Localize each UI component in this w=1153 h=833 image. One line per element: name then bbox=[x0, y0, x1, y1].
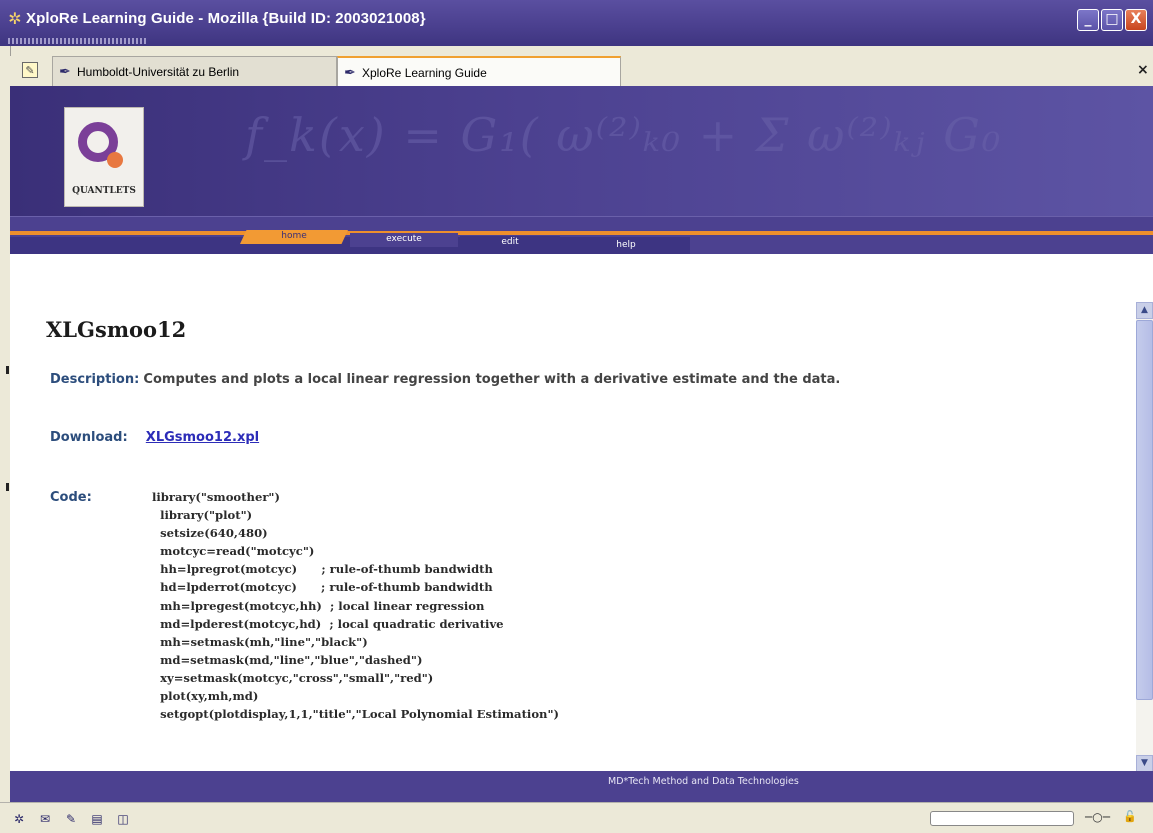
tab-humboldt[interactable]: ✒ Humboldt-Universität zu Berlin bbox=[52, 56, 337, 86]
splitter-grip-icon bbox=[6, 483, 9, 491]
mail-icon[interactable]: ✉ bbox=[36, 811, 54, 827]
composer-icon[interactable]: ✎ bbox=[62, 811, 80, 827]
new-tab-icon[interactable]: ✎ bbox=[22, 62, 38, 78]
code-block: library("smoother") library("plot") sets… bbox=[152, 490, 560, 722]
scroll-up-icon[interactable]: ▲ bbox=[1136, 302, 1153, 319]
download-label: Download: bbox=[50, 430, 128, 445]
lock-icon[interactable]: 🔓 bbox=[1123, 810, 1137, 823]
logo-text: QUANTLETS bbox=[72, 186, 136, 196]
code-label: Code: bbox=[50, 490, 92, 505]
download-row: Download: XLGsmoo12.xpl bbox=[50, 430, 259, 445]
maximize-button[interactable]: □ bbox=[1101, 9, 1123, 31]
tab-xplore-learning-guide[interactable]: ✒ XploRe Learning Guide bbox=[337, 56, 621, 86]
banner-formula: f_k(x) = G₁( ω⁽²⁾ₖ₀ + Σ ω⁽²⁾ₖⱼ G₀ bbox=[245, 108, 1003, 162]
description-row: Description: Computes and plots a local … bbox=[50, 372, 840, 387]
nav-edit[interactable]: edit bbox=[460, 236, 560, 250]
nav-bar: home execute edit help bbox=[10, 216, 1153, 254]
logo-dot-icon bbox=[107, 152, 123, 168]
tab-bar: ✎ ✒ Humboldt-Universität zu Berlin ✒ Xpl… bbox=[10, 56, 1153, 87]
quill-icon: ✒ bbox=[344, 64, 356, 80]
quill-icon: ✒ bbox=[59, 63, 71, 79]
nav-help[interactable]: help bbox=[570, 239, 682, 253]
header-banner: f_k(x) = G₁( ω⁽²⁾ₖ₀ + Σ ω⁽²⁾ₖⱼ G₀ QUANTL… bbox=[10, 86, 1153, 216]
quantlets-logo[interactable]: QUANTLETS bbox=[64, 107, 144, 207]
vertical-scrollbar[interactable]: ▲ ▼ bbox=[1136, 302, 1153, 772]
page-footer: MD*Tech Method and Data Technologies bbox=[10, 771, 1153, 802]
progress-meter bbox=[930, 811, 1074, 826]
tab-label: XploRe Learning Guide bbox=[362, 66, 487, 80]
close-tab-icon[interactable]: × bbox=[1137, 62, 1149, 78]
window-title: XploRe Learning Guide - Mozilla {Build I… bbox=[26, 10, 426, 27]
nav-home[interactable]: home bbox=[240, 230, 348, 244]
scroll-down-icon[interactable]: ▼ bbox=[1136, 755, 1153, 772]
page-content: f_k(x) = G₁( ω⁽²⁾ₖ₀ + Σ ω⁽²⁾ₖⱼ G₀ QUANTL… bbox=[10, 86, 1153, 802]
description-label: Description: bbox=[50, 372, 140, 387]
download-link[interactable]: XLGsmoo12.xpl bbox=[146, 430, 259, 445]
window-titlebar[interactable]: ✲ XploRe Learning Guide - Mozilla {Build… bbox=[0, 0, 1153, 46]
irc-icon[interactable]: ◫ bbox=[114, 811, 132, 827]
mozilla-app-icon: ✲ bbox=[8, 9, 22, 28]
splitter-grip-icon bbox=[6, 366, 9, 374]
addressbook-icon[interactable]: ▤ bbox=[88, 811, 106, 827]
description-text: Computes and plots a local linear regres… bbox=[143, 372, 841, 387]
tab-label: Humboldt-Universität zu Berlin bbox=[77, 65, 240, 79]
toolbar-grippy[interactable] bbox=[8, 38, 148, 44]
page-title: XLGsmoo12 bbox=[46, 317, 187, 342]
minimize-button[interactable]: _ bbox=[1077, 9, 1099, 31]
nav-execute[interactable]: execute bbox=[350, 233, 458, 247]
footer-text: MD*Tech Method and Data Technologies bbox=[608, 776, 799, 787]
scrollbar-thumb[interactable] bbox=[1136, 320, 1153, 700]
mozilla-icon[interactable]: ✲ bbox=[10, 811, 28, 827]
nav-accent-line bbox=[10, 231, 1153, 235]
close-button[interactable]: X bbox=[1125, 9, 1147, 31]
status-bar: ✲ ✉ ✎ ▤ ◫ ─○─ 🔓 bbox=[0, 802, 1153, 833]
online-status-icon[interactable]: ─○─ bbox=[1085, 810, 1110, 824]
